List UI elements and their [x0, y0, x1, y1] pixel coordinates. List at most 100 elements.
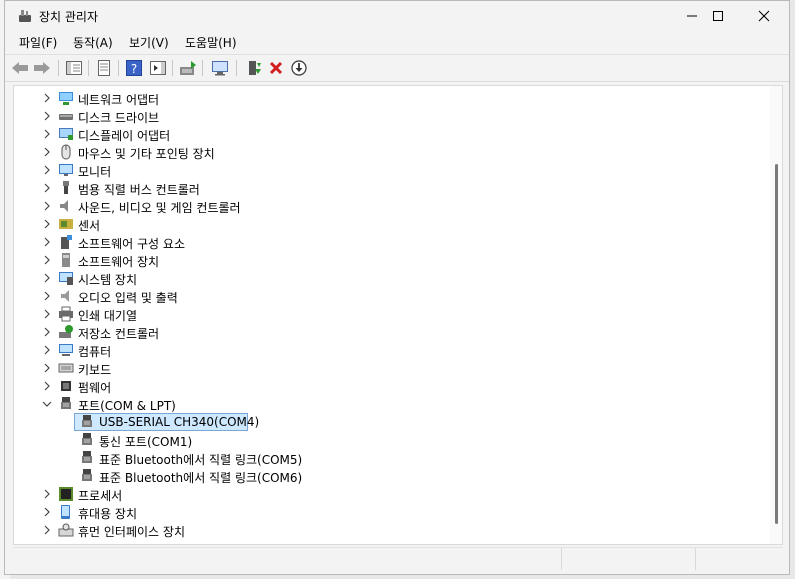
chevron-right-icon[interactable] — [41, 380, 53, 392]
chevron-down-icon[interactable] — [41, 398, 53, 410]
tree-category-item[interactable]: 시스템 장치 — [14, 269, 754, 287]
tree-child-item[interactable]: 통신 포트(COM1) — [14, 431, 754, 449]
enable-device-icon[interactable] — [245, 59, 263, 77]
tree-category-item[interactable]: 포트(COM & LPT) — [14, 395, 754, 413]
chevron-right-icon[interactable] — [41, 272, 53, 284]
tree-item-label: 모니터 — [78, 165, 112, 179]
chevron-right-icon[interactable] — [41, 128, 53, 140]
chevron-right-icon[interactable] — [41, 362, 53, 374]
uninstall-device-icon[interactable] — [267, 59, 285, 77]
action-pane-icon[interactable] — [149, 59, 167, 77]
chevron-right-icon[interactable] — [41, 524, 53, 536]
tree-child-item[interactable]: 표준 Bluetooth에서 직렬 링크(COM6) — [14, 467, 754, 485]
tree-category-item[interactable]: 컴퓨터 — [14, 341, 754, 359]
tree-category-item[interactable]: 프로세서 — [14, 485, 754, 503]
chevron-right-icon[interactable] — [41, 290, 53, 302]
chevron-right-icon[interactable] — [41, 92, 53, 104]
tree-category-item[interactable]: 디스크 드라이브 — [14, 107, 754, 125]
computer-icon — [58, 342, 74, 358]
tree-item-label: 통신 포트(COM1) — [99, 435, 193, 449]
chevron-right-icon[interactable] — [41, 344, 53, 356]
download-driver-icon[interactable] — [290, 59, 308, 77]
menu-action[interactable]: 동작(A) — [73, 34, 113, 51]
tree-item-label: 휴대용 장치 — [78, 507, 138, 521]
system-device-icon — [58, 270, 74, 286]
port-icon — [79, 468, 95, 484]
menu-help[interactable]: 도움말(H) — [185, 34, 237, 51]
port-icon — [58, 396, 74, 412]
monitor-icon — [58, 162, 74, 178]
tree-child-item[interactable]: USB-SERIAL CH340(COM4) — [14, 413, 754, 431]
tree-child-item[interactable]: 표준 Bluetooth에서 직렬 링크(COM5) — [14, 449, 754, 467]
tree-item-label: 소프트웨어 구성 요소 — [78, 237, 185, 251]
tree-category-item[interactable]: 펌웨어 — [14, 377, 754, 395]
tree-category-item[interactable]: 소프트웨어 구성 요소 — [14, 233, 754, 251]
tree-category-item[interactable]: 소프트웨어 장치 — [14, 251, 754, 269]
chevron-right-icon[interactable] — [41, 218, 53, 230]
chevron-right-icon[interactable] — [41, 200, 53, 212]
properties-icon[interactable] — [95, 59, 113, 77]
vertical-scrollbar[interactable] — [770, 86, 782, 544]
chevron-right-icon[interactable] — [41, 326, 53, 338]
update-driver-icon[interactable] — [179, 59, 197, 77]
tree-item-label: 저장소 컨트롤러 — [78, 327, 160, 341]
processor-icon — [58, 486, 74, 502]
tree-item-label: 네트워크 어댑터 — [78, 93, 160, 107]
chevron-right-icon[interactable] — [41, 164, 53, 176]
tree-category-item[interactable]: 네트워크 어댑터 — [14, 89, 754, 107]
toolbar-separator — [88, 60, 89, 76]
audio-io-icon — [58, 288, 74, 304]
help-icon[interactable]: ? — [125, 59, 143, 77]
tree-item-label: 휴먼 인터페이스 장치 — [78, 525, 185, 539]
toolbar-separator — [172, 60, 173, 76]
title-bar[interactable]: 장치 관리자 — [5, 1, 789, 31]
maximize-button[interactable] — [695, 1, 741, 31]
tree-category-item[interactable]: 휴먼 인터페이스 장치 — [14, 521, 754, 539]
network-adapter-icon — [58, 90, 74, 106]
chevron-right-icon[interactable] — [41, 110, 53, 122]
tree-item-label: 마우스 및 기타 포인팅 장치 — [78, 147, 215, 161]
chevron-right-icon[interactable] — [41, 488, 53, 500]
tree-category-item[interactable]: 저장소 컨트롤러 — [14, 323, 754, 341]
scrollbar-thumb[interactable] — [775, 164, 778, 524]
tree-item-label: 디스크 드라이브 — [78, 111, 160, 125]
svg-text:?: ? — [131, 62, 137, 76]
tree-category-item[interactable]: 사운드, 비디오 및 게임 컨트롤러 — [14, 197, 754, 215]
toolbar: ? — [5, 54, 789, 82]
tree-item-label: 시스템 장치 — [78, 273, 138, 287]
chevron-right-icon[interactable] — [41, 308, 53, 320]
chevron-right-icon[interactable] — [41, 506, 53, 518]
tree-item-label: 인쇄 대기열 — [78, 309, 138, 323]
tree-category-item[interactable]: 오디오 입력 및 출력 — [14, 287, 754, 305]
tree-category-item[interactable]: 범용 직렬 버스 컨트롤러 — [14, 179, 754, 197]
usb-controller-icon — [58, 180, 74, 196]
tree-category-item[interactable]: 마우스 및 기타 포인팅 장치 — [14, 143, 754, 161]
sensor-icon — [58, 216, 74, 232]
back-arrow-icon[interactable] — [11, 59, 29, 77]
tree-category-item[interactable]: 모니터 — [14, 161, 754, 179]
chevron-right-icon[interactable] — [41, 182, 53, 194]
toolbar-separator — [236, 60, 237, 76]
status-separator — [561, 548, 562, 570]
tree-category-item[interactable]: 휴대용 장치 — [14, 503, 754, 521]
close-button[interactable] — [741, 1, 787, 31]
tree-category-item[interactable]: 키보드 — [14, 359, 754, 377]
scan-hardware-icon[interactable] — [211, 59, 229, 77]
tree-item-label: 펌웨어 — [78, 381, 112, 395]
tree-item-label: 표준 Bluetooth에서 직렬 링크(COM6) — [99, 471, 303, 485]
tree-item-label: 디스플레이 어댑터 — [78, 129, 171, 143]
chevron-right-icon[interactable] — [41, 146, 53, 158]
menu-bar: 파일(F) 동작(A) 보기(V) 도움말(H) — [5, 31, 789, 53]
tree-category-item[interactable]: 인쇄 대기열 — [14, 305, 754, 323]
portable-device-icon — [58, 504, 74, 520]
menu-view[interactable]: 보기(V) — [129, 34, 169, 51]
tree-category-item[interactable]: 디스플레이 어댑터 — [14, 125, 754, 143]
status-separator — [695, 548, 696, 570]
menu-file[interactable]: 파일(F) — [19, 34, 57, 51]
chevron-right-icon[interactable] — [41, 236, 53, 248]
forward-arrow-icon[interactable] — [33, 59, 51, 77]
show-hide-console-tree-icon[interactable] — [65, 59, 83, 77]
device-tree[interactable]: 네트워크 어댑터디스크 드라이브디스플레이 어댑터마우스 및 기타 포인팅 장치… — [13, 85, 783, 545]
chevron-right-icon[interactable] — [41, 254, 53, 266]
tree-category-item[interactable]: 센서 — [14, 215, 754, 233]
